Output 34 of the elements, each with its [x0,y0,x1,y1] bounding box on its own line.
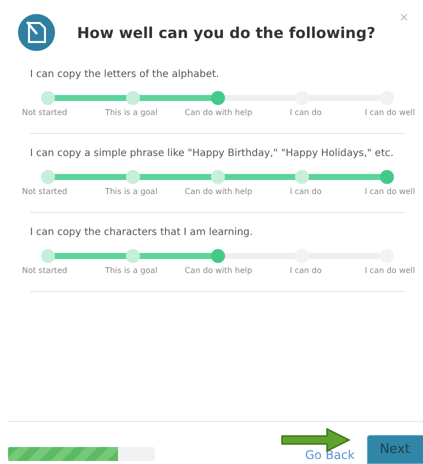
slider-stop[interactable] [126,91,140,105]
question-text: I can copy a simple phrase like "Happy Birthday," "Happy Holidays," etc. [30,147,395,161]
stop-label: This is a goal [104,266,158,275]
stop-label: I can do well [364,187,415,196]
stop-label: Not started [22,108,68,117]
slider-stop[interactable] [380,170,394,184]
stop-label: Can do with help [184,266,254,275]
question-text: I can copy the letters of the alphabet. [30,68,220,82]
slider-stop[interactable] [41,91,55,105]
go-back-link[interactable]: Go Back [305,448,355,464]
stop-label: This is a goal [104,187,158,196]
stop-label: Can do with help [184,108,254,117]
document-pencil-icon [18,14,55,51]
close-button[interactable]: × [398,10,409,24]
question-text: I can copy the characters that I am learning. [30,226,254,240]
stop-label: Not started [22,266,68,275]
stop-label: Not started [22,187,68,196]
slider-stop[interactable] [210,249,224,263]
slider-stop[interactable] [41,170,55,184]
stop-label: I can do [288,108,323,117]
stop-label: This is a goal [104,108,158,117]
stop-label: Can do with help [184,187,254,196]
slider-stop[interactable] [210,91,224,105]
slider-stop[interactable] [41,249,55,263]
next-button[interactable]: Next [366,435,423,464]
slider-stop[interactable] [295,170,310,184]
stop-label: I can do [288,187,323,196]
stop-label: I can do well [364,108,415,117]
dialog-title: How well can you do the following? [77,24,376,42]
slider-stop[interactable] [126,249,140,263]
stop-label: I can do well [364,266,415,275]
slider-stop[interactable] [126,170,140,184]
stop-label: I can do [288,266,323,275]
slider-stop[interactable] [210,170,224,184]
